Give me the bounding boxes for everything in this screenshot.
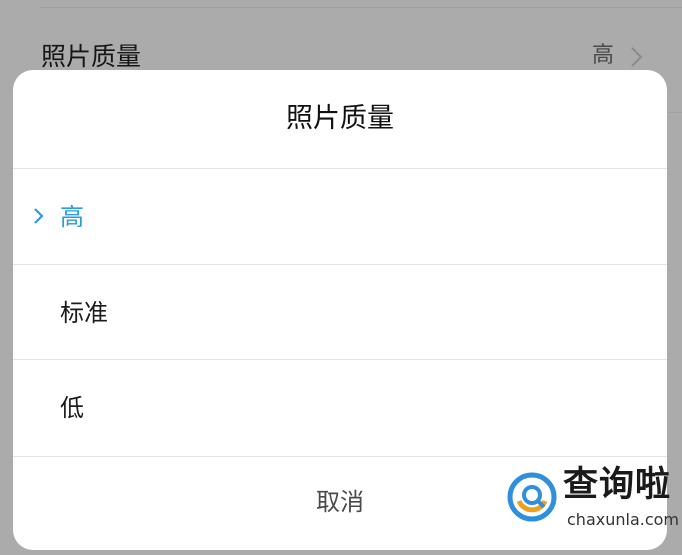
watermark-text: 查询啦 bbox=[563, 465, 672, 505]
watermark: 查询啦 chaxunla.com bbox=[505, 466, 682, 541]
setting-row-value: 高 bbox=[591, 43, 614, 68]
option-high[interactable]: 高 bbox=[13, 169, 667, 264]
setting-row-label: 照片质量 bbox=[41, 42, 142, 71]
option-low[interactable]: 低 bbox=[13, 360, 667, 455]
watermark-logo-icon bbox=[507, 472, 557, 522]
option-standard[interactable]: 标准 bbox=[13, 265, 667, 360]
option-label: 高 bbox=[60, 203, 84, 231]
option-label: 标准 bbox=[60, 299, 108, 327]
watermark-url: chaxunla.com bbox=[567, 510, 679, 529]
dialog-title: 照片质量 bbox=[286, 103, 394, 134]
chevron-right-icon bbox=[631, 47, 643, 67]
option-label: 低 bbox=[60, 394, 84, 422]
chevron-right-icon bbox=[34, 208, 44, 224]
